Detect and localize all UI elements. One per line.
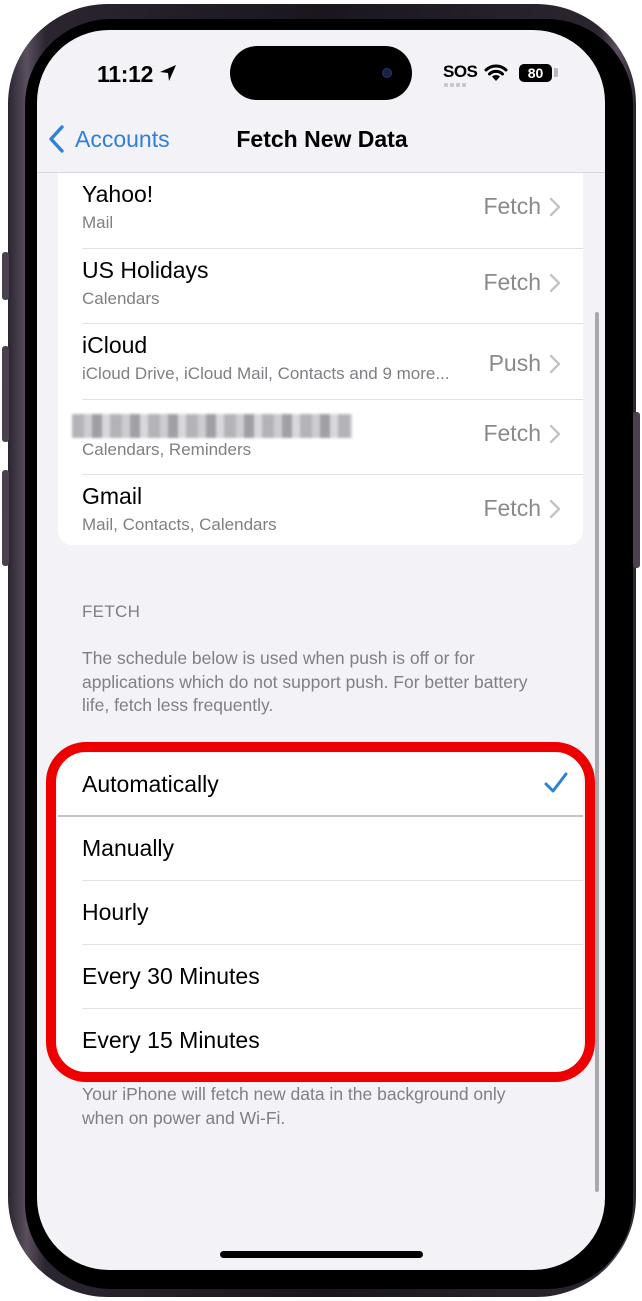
account-fetch-mode: Fetch (483, 268, 541, 295)
account-services: Calendars, Reminders (82, 439, 252, 459)
account-fetch-mode: Fetch (483, 193, 541, 219)
account-services: Mail (82, 213, 114, 232)
chevron-right-icon (549, 354, 561, 374)
volume-up-button (2, 346, 9, 442)
fetch-option-label: Every 30 Minutes (82, 963, 260, 989)
account-row-icloud[interactable]: iCloud iCloud Drive, iCloud Mail, Contac… (58, 324, 583, 400)
side-power-button (633, 412, 640, 568)
account-name: iCloud (82, 332, 148, 358)
chevron-right-icon (549, 273, 561, 292)
account-services: Calendars (82, 288, 160, 308)
fetch-options-list: Automatically Manually Hourly Every 30 M… (58, 753, 583, 1073)
location-arrow-icon (160, 65, 176, 81)
fetch-option-label: Hourly (82, 899, 149, 925)
redacted-account-name (72, 413, 352, 438)
fetch-section-description: The schedule below is used when push is … (82, 648, 528, 715)
accounts-list: Yahoo! Mail Fetch US Holidays Calendars … (58, 173, 583, 545)
account-fetch-mode: Fetch (483, 419, 541, 446)
account-row-redacted[interactable]: Calendars, Reminders Fetch (58, 400, 583, 475)
chevron-right-icon (549, 499, 561, 519)
fetch-option-label: Automatically (82, 771, 219, 797)
fetch-option-manually[interactable]: Manually (58, 817, 583, 881)
fetch-option-every-15-minutes[interactable]: Every 15 Minutes (58, 1009, 583, 1073)
front-camera (382, 68, 392, 78)
action-button (2, 252, 9, 300)
account-name: Yahoo! (82, 181, 154, 207)
wifi-icon (484, 64, 508, 81)
account-fetch-mode: Fetch (483, 495, 541, 521)
account-row-us-holidays[interactable]: US Holidays Calendars Fetch (58, 249, 583, 324)
scrollbar[interactable] (595, 312, 599, 1192)
status-time: 11:12 (97, 61, 154, 87)
page-title: Fetch New Data (236, 126, 408, 152)
account-services: iCloud Drive, iCloud Mail, Contacts and … (82, 364, 450, 383)
chevron-right-icon (549, 424, 561, 443)
fetch-section-header: FETCH (82, 602, 141, 621)
account-fetch-mode: Push (488, 350, 541, 376)
carrier-sos: SOS (443, 62, 478, 81)
screen: 11:12 SOS 80 Accounts Fetch New Data Yah… (37, 30, 605, 1270)
fetch-option-hourly[interactable]: Hourly (58, 881, 583, 945)
account-row-yahoo[interactable]: Yahoo! Mail Fetch (58, 173, 583, 249)
checkmark-icon (544, 772, 568, 793)
account-services: Mail, Contacts, Calendars (82, 515, 277, 534)
dynamic-island (230, 46, 412, 100)
fetch-option-label: Manually (82, 835, 175, 861)
chevron-right-icon (549, 197, 561, 217)
account-name: Gmail (82, 483, 143, 509)
fetch-option-every-30-minutes[interactable]: Every 30 Minutes (58, 945, 583, 1009)
battery-indicator: 80 (519, 64, 552, 82)
account-row-gmail[interactable]: Gmail Mail, Contacts, Calendars Fetch (58, 475, 583, 545)
fetch-option-automatically[interactable]: Automatically (58, 753, 583, 817)
battery-tip (554, 68, 558, 77)
account-name: US Holidays (82, 256, 209, 283)
home-indicator[interactable] (220, 1251, 423, 1258)
fetch-footer-note: Your iPhone will fetch new data in the b… (82, 1084, 506, 1128)
signal-dots (444, 83, 466, 87)
volume-down-button (2, 470, 9, 566)
fetch-option-label: Every 15 Minutes (82, 1027, 260, 1053)
